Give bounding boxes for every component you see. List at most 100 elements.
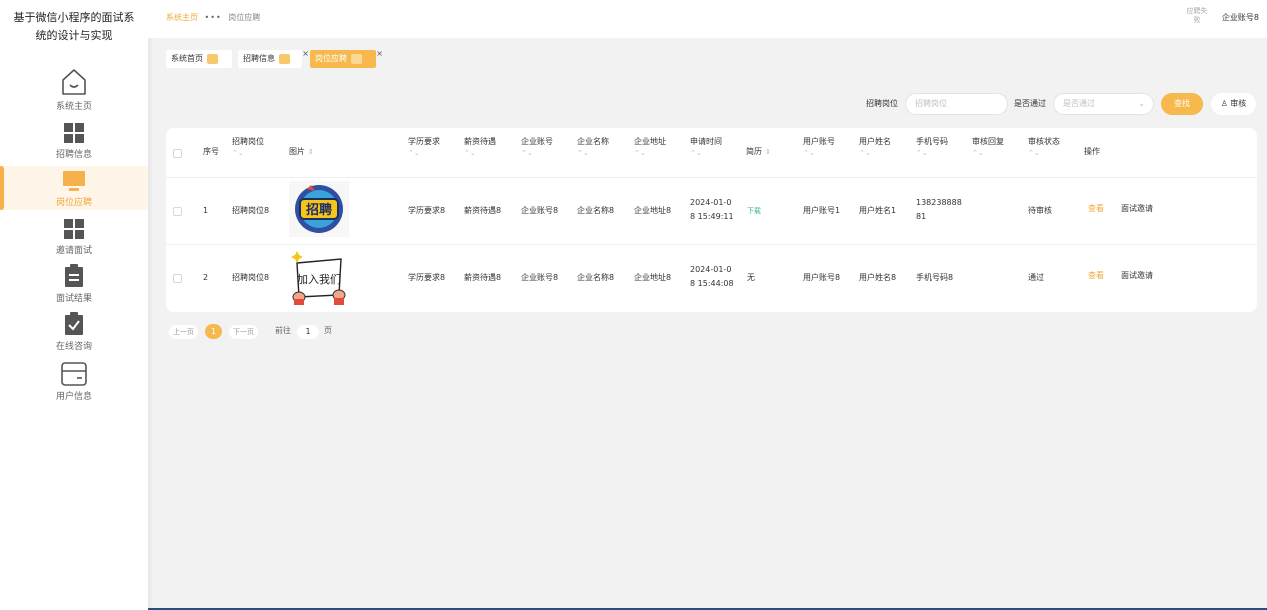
recruit-logo-text: 招聘 — [306, 202, 332, 218]
th-label: 审核回复 — [972, 137, 1004, 146]
th-education[interactable]: 学历要求 ⌃⌄ — [408, 136, 440, 158]
select-all-checkbox[interactable] — [173, 149, 182, 158]
interview-invite-button[interactable]: 面试邀请 — [1121, 202, 1153, 216]
th-label: 招聘岗位 — [232, 137, 264, 146]
phone-line2: 81 — [916, 212, 927, 221]
tab-job-apply[interactable]: 岗位应聘 × — [310, 49, 383, 68]
sort-icon[interactable]: ⌃⌄ — [408, 148, 440, 158]
apply-time-line2: 8 15:49:11 — [690, 212, 734, 221]
cell-user-account: 用户账号1 — [803, 206, 841, 215]
tab-refresh-icon[interactable] — [207, 53, 218, 64]
sort-icon[interactable]: ⌃⌄ — [803, 148, 835, 158]
th-user-account[interactable]: 用户账号 ⌃⌄ — [803, 136, 835, 158]
th-label: 图片 — [289, 147, 305, 156]
sidebar-item-label: 岗位应聘 — [55, 198, 92, 208]
sort-icon[interactable]: ⌃⌄ — [972, 148, 1004, 158]
audit-button-label: 审核 — [1230, 99, 1247, 108]
download-resume-link[interactable]: 下载 — [747, 204, 761, 218]
sidebar-item-label: 系统主页 — [55, 102, 92, 112]
th-company-name[interactable]: 企业名称 ⌃⌄ — [577, 136, 609, 158]
th-image[interactable]: 图片 ⇕ — [289, 146, 314, 158]
th-label: 简历 — [746, 147, 762, 156]
sidebar-item-online-consult[interactable]: 在线咨询 — [0, 312, 148, 352]
check-clipboard-icon — [65, 312, 83, 335]
sidebar-item-home[interactable]: 系统主页 — [0, 68, 148, 114]
prev-page-button[interactable]: 上一页 — [169, 325, 198, 339]
tab-label: 岗位应聘 — [315, 54, 347, 63]
th-apply-time[interactable]: 申请时间 ⌃⌄ — [690, 136, 722, 158]
th-user-name[interactable]: 用户姓名 ⌃⌄ — [859, 136, 891, 158]
recruit-logo-image[interactable]: 招聘 — [289, 181, 349, 237]
sidebar-item-label: 邀请面试 — [55, 246, 92, 256]
apply-time-line1: 2024-01-0 — [690, 198, 732, 207]
interview-invite-button[interactable]: 面试邀请 — [1121, 269, 1153, 283]
sort-icon[interactable]: ⌃⌄ — [859, 148, 891, 158]
page-jump-input[interactable]: 1 — [297, 325, 319, 339]
breadcrumb-home[interactable]: 系统主页 — [166, 13, 198, 22]
view-button[interactable]: 查看 — [1088, 269, 1104, 283]
chevron-down-icon: ⌄ — [1138, 99, 1145, 108]
sort-icon[interactable]: ⌃⌄ — [690, 148, 722, 158]
th-label: 学历要求 — [408, 137, 440, 146]
cell-user-account: 用户账号8 — [803, 273, 841, 282]
th-resume[interactable]: 简历 ⇕ — [746, 146, 771, 158]
grid-icon — [64, 123, 84, 143]
cell-user-name: 用户姓名1 — [859, 206, 897, 215]
tab-refresh-icon[interactable] — [351, 53, 362, 64]
th-label: 企业地址 — [634, 137, 666, 146]
row-checkbox[interactable] — [173, 274, 182, 283]
view-button[interactable]: 查看 — [1088, 202, 1104, 216]
topbar: 系统主页 ••• 岗位应聘 应聘失败 企业账号8 — [148, 0, 1267, 38]
app-title-line2: 统的设计与实现 — [35, 29, 113, 42]
sidebar-item-label: 招聘信息 — [55, 150, 92, 160]
sidebar-item-recruit-info[interactable]: 招聘信息 — [0, 122, 148, 162]
user-icon: ♙ — [1220, 99, 1228, 108]
apply-time-line2: 8 15:44:08 — [690, 279, 734, 288]
sort-icon[interactable]: ⌃⌄ — [232, 148, 264, 158]
close-icon[interactable]: × — [302, 45, 309, 63]
tab-system-home[interactable]: 系统首页 — [166, 50, 232, 68]
audit-button[interactable]: ♙ 审核 — [1211, 93, 1256, 115]
th-company-account[interactable]: 企业账号 ⌃⌄ — [521, 136, 553, 158]
th-salary[interactable]: 薪资待遇 ⌃⌄ — [464, 136, 496, 158]
th-label: 审核状态 — [1028, 137, 1060, 146]
position-input[interactable]: 招聘岗位 — [905, 93, 1008, 115]
account-name[interactable]: 企业账号8 — [1222, 12, 1259, 23]
th-position[interactable]: 招聘岗位 ⌃⌄ — [232, 136, 264, 158]
sidebar-item-user-info[interactable]: 用户信息 — [0, 362, 148, 404]
cell-company-address: 企业地址8 — [634, 273, 672, 282]
th-audit-reply[interactable]: 审核回复 ⌃⌄ — [972, 136, 1004, 158]
row-checkbox[interactable] — [173, 207, 182, 216]
passed-label: 是否通过 — [1014, 99, 1046, 108]
next-page-button[interactable]: 下一页 — [229, 325, 258, 339]
sidebar-item-job-apply[interactable]: 岗位应聘 — [0, 166, 148, 210]
sort-icon[interactable]: ⇕ — [308, 148, 314, 156]
sort-icon[interactable]: ⌃⌄ — [1028, 148, 1060, 158]
data-table: 序号 招聘岗位 ⌃⌄ 图片 ⇕ 学历要求 ⌃⌄ 薪资待遇 ⌃⌄ 企业账号 ⌃⌄ 企业名称 ⌃… — [166, 128, 1257, 312]
th-audit-status[interactable]: 审核状态 ⌃⌄ — [1028, 136, 1060, 158]
close-icon[interactable]: × — [376, 45, 383, 63]
avatar[interactable]: 应聘失败 — [1185, 7, 1209, 29]
sort-icon[interactable]: ⌃⌄ — [634, 148, 666, 158]
passed-select[interactable]: 是否通过 ⌄ — [1053, 93, 1154, 115]
sort-icon[interactable]: ⇕ — [765, 148, 771, 156]
cell-index: 2 — [203, 273, 209, 282]
cell-position: 招聘岗位8 — [232, 206, 270, 215]
th-index: 序号 — [203, 147, 219, 156]
join-us-image[interactable]: 加入我们 — [289, 249, 349, 305]
th-phone[interactable]: 手机号码 ⌃⌄ — [916, 136, 948, 158]
sort-icon[interactable]: ⌃⌄ — [464, 148, 496, 158]
sidebar-item-invite-interview[interactable]: 邀请面试 — [0, 218, 148, 258]
sidebar-item-interview-result[interactable]: 面试结果 — [0, 264, 148, 304]
th-company-address[interactable]: 企业地址 ⌃⌄ — [634, 136, 666, 158]
find-button[interactable]: 查找 — [1161, 93, 1203, 115]
tab-refresh-icon[interactable] — [279, 53, 290, 64]
current-page[interactable]: 1 — [205, 324, 222, 339]
sort-icon[interactable]: ⌃⌄ — [521, 148, 553, 158]
tab-recruit-info[interactable]: 招聘信息 × — [238, 49, 309, 68]
cell-audit-status: 待审核 — [1028, 206, 1052, 215]
cell-company-address: 企业地址8 — [634, 206, 672, 215]
sort-icon[interactable]: ⌃⌄ — [916, 148, 948, 158]
sort-icon[interactable]: ⌃⌄ — [577, 148, 609, 158]
row-divider — [166, 177, 1257, 178]
